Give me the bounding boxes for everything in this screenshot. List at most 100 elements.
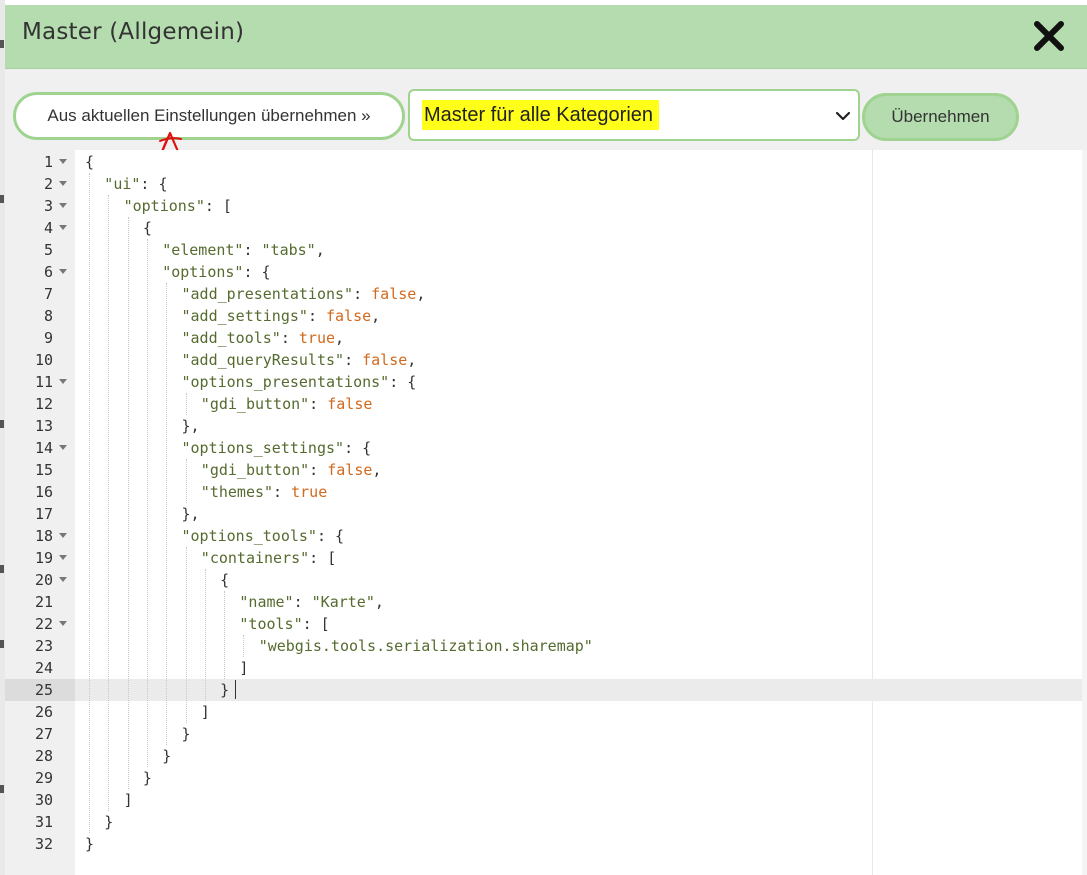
line-number: 31: [34, 813, 53, 831]
close-x-icon[interactable]: [1032, 19, 1066, 53]
code-token: "containers": [200, 549, 310, 567]
code-line[interactable]: 11 "options_presentations": {: [5, 371, 1087, 393]
code-token: :: [243, 241, 262, 259]
code-line[interactable]: 18 "options_tools": {: [5, 525, 1087, 547]
code-line[interactable]: 14 "options_settings": {: [5, 437, 1087, 459]
fold-toggle-icon[interactable]: [59, 203, 67, 208]
code-text: }: [104, 811, 113, 833]
code-line[interactable]: 24]: [5, 657, 1087, 679]
code-line[interactable]: 7 "add_presentations": false,: [5, 283, 1087, 305]
code-token: ,: [407, 351, 417, 369]
editor-scrollbar[interactable]: [1082, 150, 1087, 875]
code-text: },: [182, 503, 200, 525]
code-token: },: [181, 417, 200, 435]
dialog-toolbar: Aus aktuellen Einstellungen übernehmen »…: [5, 69, 1087, 252]
code-line[interactable]: 15 "gdi_button": false,: [5, 459, 1087, 481]
code-text: "add_presentations": false,: [182, 283, 426, 305]
master-category-select[interactable]: Master für alle Kategorien: [408, 89, 860, 141]
code-line[interactable]: 5 "element": "tabs",: [5, 239, 1087, 261]
select-current-value: Master für alle Kategorien: [422, 100, 660, 130]
code-line[interactable]: 25}: [5, 679, 1087, 701]
code-line[interactable]: 19 "containers": [: [5, 547, 1087, 569]
code-line[interactable]: 6 "options": {: [5, 261, 1087, 283]
code-line[interactable]: 12 "gdi_button": false: [5, 393, 1087, 415]
code-line[interactable]: 23 "webgis.tools.serialization.sharemap": [5, 635, 1087, 657]
code-text: "gdi_button": false,: [201, 459, 382, 481]
code-text: {: [220, 569, 229, 591]
line-number: 13: [34, 417, 53, 435]
code-line[interactable]: 32}: [5, 833, 1087, 855]
code-text: {: [85, 151, 94, 173]
code-line[interactable]: 20 {: [5, 569, 1087, 591]
indent-guide: [108, 195, 110, 811]
code-line[interactable]: 4{: [5, 217, 1087, 239]
fold-toggle-icon[interactable]: [59, 577, 67, 582]
fold-toggle-icon[interactable]: [59, 555, 67, 560]
code-line[interactable]: 10 "add_queryResults": false,: [5, 349, 1087, 371]
code-line[interactable]: 26]: [5, 701, 1087, 723]
fold-toggle-icon[interactable]: [59, 621, 67, 626]
code-token: :: [353, 285, 372, 303]
code-line[interactable]: 27}: [5, 723, 1087, 745]
code-line[interactable]: 17},: [5, 503, 1087, 525]
code-token: true: [298, 329, 336, 347]
fold-toggle-icon[interactable]: [59, 225, 67, 230]
code-text: }: [85, 833, 94, 855]
code-text: ]: [201, 701, 210, 723]
line-number: 21: [34, 593, 53, 611]
json-code-editor[interactable]: 1{2 "ui": {3 "options": [4{5 "element": "ta…: [5, 150, 1087, 875]
code-token: "themes": [200, 483, 274, 501]
indent-guide: [204, 569, 206, 701]
code-line[interactable]: 8 "add_settings": false,: [5, 305, 1087, 327]
line-number: 22: [34, 615, 53, 633]
fold-toggle-icon[interactable]: [59, 269, 67, 274]
code-line[interactable]: 16 "themes": true: [5, 481, 1087, 503]
code-text: "ui": {: [104, 173, 167, 195]
code-token: }: [181, 725, 191, 743]
code-line[interactable]: 30]: [5, 789, 1087, 811]
code-line[interactable]: 28}: [5, 745, 1087, 767]
code-line[interactable]: 2 "ui": {: [5, 173, 1087, 195]
master-dialog: Master (Allgemein) Aus aktuellen Einstel…: [5, 5, 1087, 875]
code-token: {: [142, 219, 152, 237]
line-number: 30: [34, 791, 53, 809]
code-token: :: [273, 483, 292, 501]
code-token: {: [85, 153, 95, 171]
code-token: "name": [239, 593, 294, 611]
code-token: "Karte": [311, 593, 375, 611]
code-token: :: [309, 395, 328, 413]
code-token: "options": [123, 197, 205, 215]
line-number: 4: [43, 219, 53, 237]
fold-toggle-icon[interactable]: [59, 379, 67, 384]
code-token: :: [293, 593, 312, 611]
code-token: :: [344, 351, 363, 369]
code-text: ]: [124, 789, 133, 811]
take-current-settings-button[interactable]: Aus aktuellen Einstellungen übernehmen »: [13, 92, 405, 140]
code-token: ,: [371, 307, 381, 325]
code-token: true: [291, 483, 328, 501]
code-text: "tools": [: [239, 613, 329, 635]
fold-toggle-icon[interactable]: [59, 445, 67, 450]
code-text: },: [182, 415, 200, 437]
code-text: "options_settings": {: [182, 437, 372, 459]
code-line[interactable]: 13},: [5, 415, 1087, 437]
code-text: }: [182, 723, 191, 745]
code-line[interactable]: 9 "add_tools": true,: [5, 327, 1087, 349]
line-number: 14: [34, 439, 53, 457]
code-line[interactable]: 21 "name": "Karte",: [5, 591, 1087, 613]
code-line[interactable]: 3 "options": [: [5, 195, 1087, 217]
fold-toggle-icon[interactable]: [59, 159, 67, 164]
code-token: }: [85, 835, 95, 853]
indent-guide: [127, 217, 129, 789]
line-number: 8: [43, 307, 53, 325]
fold-toggle-icon[interactable]: [59, 533, 67, 538]
code-line[interactable]: 22 "tools": [: [5, 613, 1087, 635]
code-line[interactable]: 1{: [5, 151, 1087, 173]
code-line[interactable]: 29}: [5, 767, 1087, 789]
code-line[interactable]: 31}: [5, 811, 1087, 833]
chevron-down-icon: [835, 111, 851, 121]
code-text: "webgis.tools.serialization.sharemap": [259, 635, 593, 657]
fold-toggle-icon[interactable]: [59, 181, 67, 186]
apply-button[interactable]: Übernehmen: [862, 93, 1019, 141]
indent-guide: [185, 459, 187, 503]
